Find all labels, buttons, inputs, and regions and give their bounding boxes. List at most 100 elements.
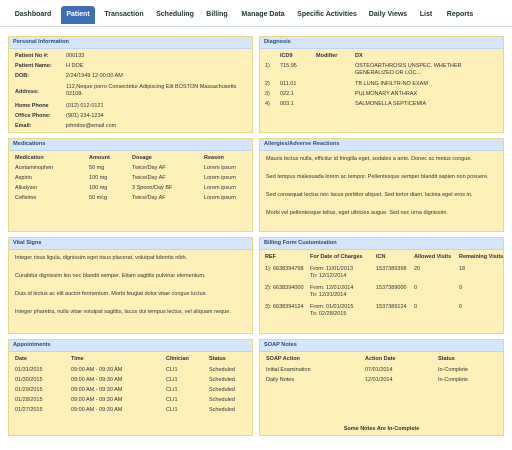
soap-action-date: 12/01/2014 — [365, 377, 393, 383]
tab-specific-activities[interactable]: Specific Activities — [294, 6, 360, 24]
tab-transaction[interactable]: Transaction — [101, 6, 147, 24]
column-header: ICN — [376, 254, 386, 260]
allowed-visits: 0 — [414, 285, 418, 291]
field-label: DOB: — [15, 73, 30, 79]
column-header: Status — [438, 356, 455, 362]
icd9-code: 003.1 — [280, 101, 294, 107]
medication-reason: Lorem ipsum — [204, 175, 236, 181]
main-nav-tabs: Dashboard Patient Transaction Scheduling… — [0, 0, 512, 27]
medication-amount: 100 mg — [89, 185, 108, 191]
tab-dashboard[interactable]: Dashboard — [10, 6, 56, 24]
billing-icn: 1537389000 — [376, 285, 407, 291]
remaining-visits: 0 — [459, 304, 463, 310]
dx-description: OSTEOARTHROSIS UNSPEC. WHETHER GENERALIZ… — [355, 63, 462, 76]
vital-paragraph: Integer pharetra, nulla vitae volutpat s… — [15, 309, 231, 315]
tab-scheduling[interactable]: Scheduling — [152, 6, 198, 24]
appointment-status: Scheduled — [209, 407, 235, 413]
panel-title: Vital Signs — [9, 238, 252, 250]
personal-info-panel: Personal Information Patient No #: 00013… — [8, 36, 253, 133]
column-header: Time — [71, 356, 84, 362]
field-label: Address: — [15, 89, 39, 95]
column-header: Date — [15, 356, 27, 362]
medication-name: Acetaminophen — [15, 165, 54, 171]
appointment-clinician: CLI1 — [166, 397, 178, 403]
column-header: Medication — [15, 155, 44, 161]
appointment-status: Scheduled — [209, 367, 235, 373]
tab-daily-views[interactable]: Daily Views — [366, 6, 410, 24]
medication-reason: Lorem ipsum — [204, 195, 236, 201]
medications-panel: Medications Medication Amount Dosage Rea… — [8, 138, 253, 232]
column-header: Dosage — [132, 155, 152, 161]
remaining-visits: 18 — [459, 266, 466, 272]
appointment-status: Scheduled — [209, 377, 235, 383]
vital-paragraph: Duis id lectus ac elit auctor fermentum.… — [15, 291, 207, 297]
icd9-code: 715.95 — [280, 63, 297, 69]
panel-title: Appointments — [9, 340, 252, 352]
billing-ref: 1): 6638394798 — [265, 266, 304, 272]
patient-no-value: 000133 — [66, 53, 85, 59]
soap-status: In-Complete — [438, 367, 468, 373]
vital-paragraph: Integer risus ligula, dignissim eget ris… — [15, 255, 188, 261]
patient-dashboard: Personal Information Patient No #: 00013… — [2, 28, 510, 448]
allergy-paragraph: Sed consequat lectus nec lacus porttitor… — [266, 192, 473, 198]
medication-amount: 50 mg — [89, 165, 105, 171]
column-header: For Date of Charges — [310, 254, 363, 260]
medication-reason: Lorem ipsum — [204, 165, 236, 171]
remaining-visits: 0 — [459, 285, 463, 291]
allowed-visits: 20 — [414, 266, 421, 272]
billing-to: To: 02/28/2015 — [310, 311, 347, 317]
tab-patient[interactable]: Patient — [61, 6, 95, 24]
allowed-visits: 0 — [414, 304, 418, 310]
address-value: 112,Neque porro Consectetur Adipiscing E… — [66, 84, 237, 97]
column-header: Remaining Visits — [459, 254, 504, 260]
tab-manage-data[interactable]: Manage Data — [238, 6, 288, 24]
panel-title: Diagnosis — [260, 37, 503, 49]
appointment-clinician: CLI1 — [166, 407, 178, 413]
tab-billing[interactable]: Billing — [202, 6, 232, 24]
email-value: johndoe@email.com — [66, 123, 117, 129]
field-label: Office Phone: — [15, 113, 51, 119]
home-phone-value: (012) 012-0121 — [66, 103, 104, 109]
medication-dosage: Twice/Day AF — [132, 165, 166, 171]
appointment-clinician: CLI1 — [166, 377, 178, 383]
billing-to: To: 12/31/2014 — [310, 292, 347, 298]
soap-status: In-Complete — [438, 377, 468, 383]
appointment-date: 01/29/2015 — [15, 387, 43, 393]
medication-name: Alkalyser — [15, 185, 38, 191]
column-header: Clinician — [166, 356, 189, 362]
diagnosis-panel: Diagnosis ICD9 Modifier DX 1) 715.95 OST… — [259, 36, 504, 133]
allergies-panel: Allergies/Adverse Reactions Mauris lectu… — [259, 138, 504, 232]
panel-title: Billing Form Customization — [260, 238, 503, 250]
row-number: 2) — [265, 81, 270, 87]
allergy-paragraph: Sed tempus malesuada lorem ac tempor. Pe… — [266, 174, 489, 180]
appointment-clinician: CLI1 — [166, 387, 178, 393]
medication-reason: Lorem ipsum — [204, 185, 236, 191]
column-header: Allowed Visits — [414, 254, 452, 260]
appointments-panel: Appointments Date Time Clinician Status … — [8, 339, 253, 436]
medication-amount: 100 mg — [89, 175, 108, 181]
column-header: Amount — [89, 155, 110, 161]
appointment-clinician: CLI1 — [166, 367, 178, 373]
column-header: SOAP Action — [266, 356, 300, 362]
appointment-time: 09:00 AM - 09:30 AM — [71, 367, 123, 373]
billing-from: From: 11/01/2013 — [310, 266, 354, 272]
column-header: Reason — [204, 155, 224, 161]
appointment-time: 09:00 AM - 09:30 AM — [71, 407, 123, 413]
dx-description: SALMONELLA SEPTICEMIA — [355, 101, 427, 107]
tab-list[interactable]: List — [416, 6, 436, 24]
icd9-code: 022.1 — [280, 91, 294, 97]
billing-ref: 3): 6638394124 — [265, 304, 304, 310]
column-header: DX — [355, 53, 363, 59]
soap-action: Daily Notes — [266, 377, 295, 383]
allergy-paragraph: Morbi vel pellentesque tellus, eget ultr… — [266, 210, 448, 216]
icd9-code: 011.01 — [280, 81, 297, 87]
soap-action: Initial Examination — [266, 367, 311, 373]
field-label: Patient Name: — [15, 63, 52, 69]
column-header: Status — [209, 356, 226, 362]
soap-footer-note: Some Notes Are In-Complete — [343, 426, 420, 432]
tab-reports[interactable]: Reports — [443, 6, 477, 24]
appointment-time: 09:00 AM - 09:30 AM — [71, 397, 123, 403]
panel-title: SOAP Notes — [260, 340, 503, 352]
column-header: Modifier — [316, 53, 338, 59]
allergy-paragraph: Mauris lectus nulla, efficitur id fringi… — [266, 156, 472, 162]
